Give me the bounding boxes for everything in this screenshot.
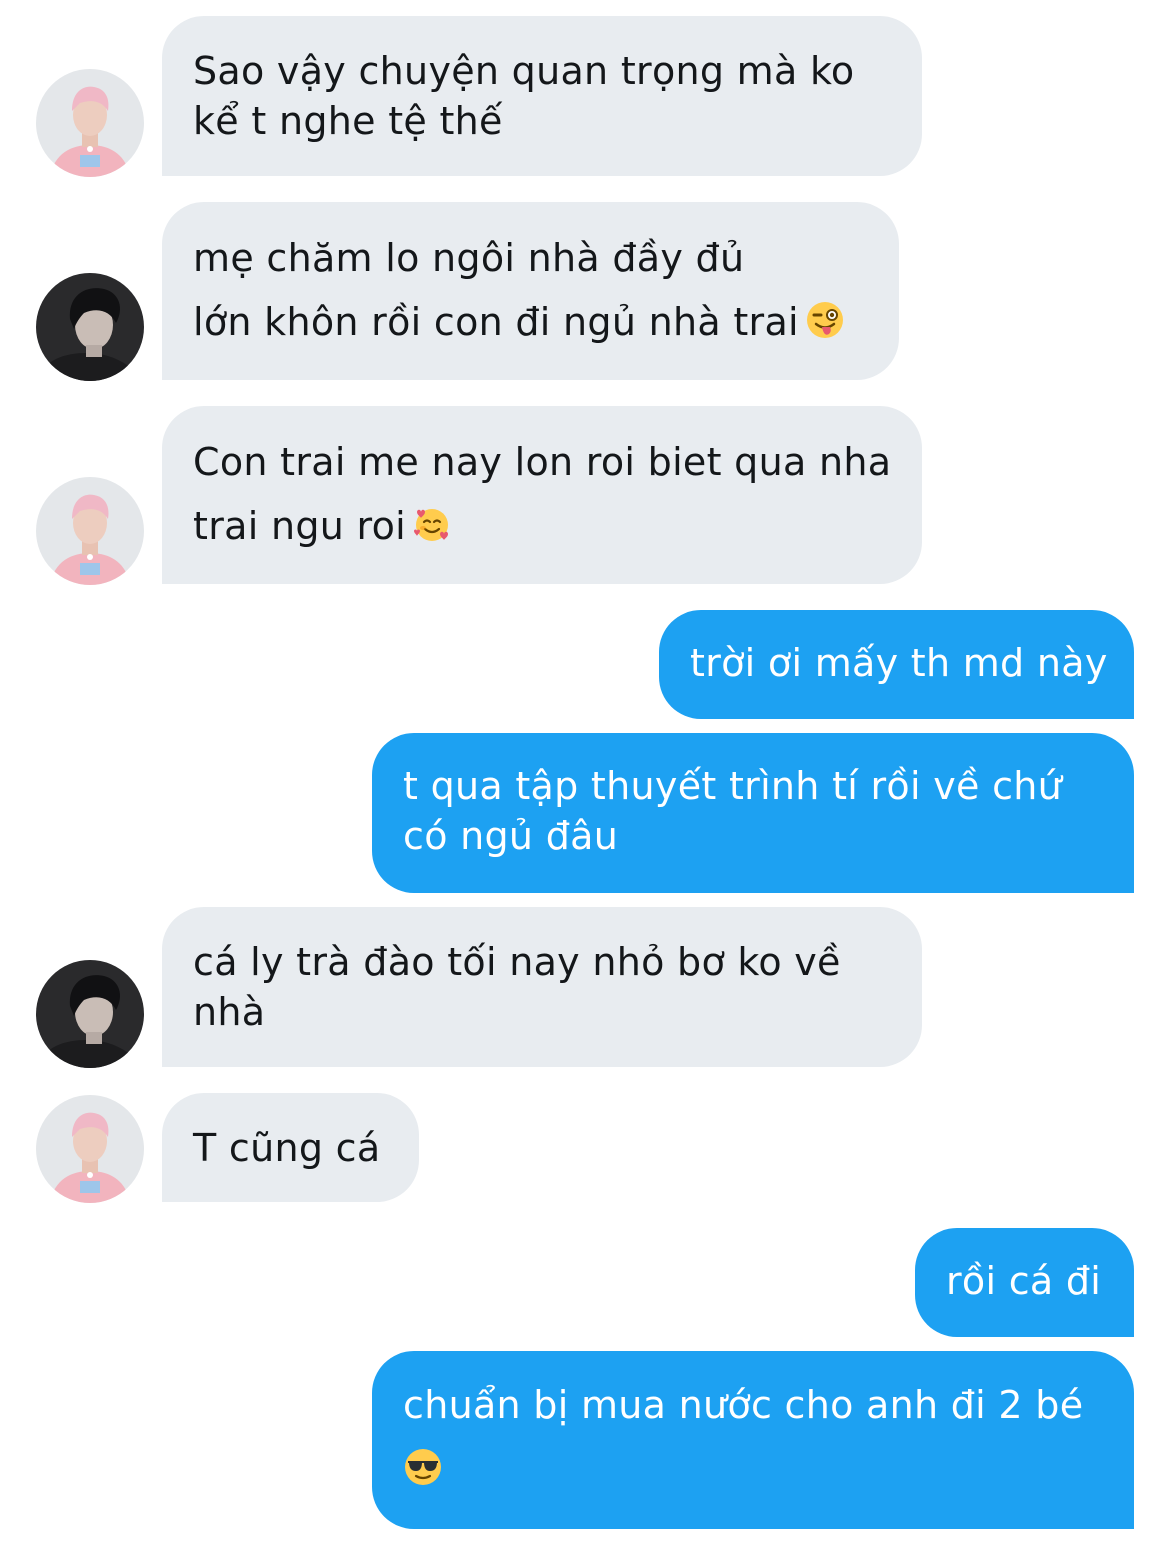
incoming-message-bubble[interactable]: Sao vậy chuyện quan trọng mà ko kể t ngh…: [162, 16, 922, 176]
message-text-line: Con trai me nay lon roi biet qua nha: [193, 440, 892, 484]
outgoing-message-bubble[interactable]: t qua tập thuyết trình tí rồi về chứ có …: [372, 733, 1134, 893]
incoming-message-bubble[interactable]: cá ly trà đào tối nay nhỏ bơ ko về nhà: [162, 907, 922, 1067]
smiling-face-with-sunglasses-icon: [403, 1447, 443, 1487]
message-text-line: trời ơi mấy th md này: [690, 641, 1108, 685]
message-text-line: lớn khôn rồi con đi ngủ nhà trai: [193, 290, 899, 354]
outgoing-message-bubble[interactable]: trời ơi mấy th md này: [659, 610, 1134, 719]
incoming-message-bubble[interactable]: Con trai me nay lon roi biet qua nha tra…: [162, 406, 922, 584]
message-text-line: chuẩn bị mua nước cho anh đi 2 bé: [403, 1383, 1084, 1427]
dark-hair-avatar[interactable]: [36, 960, 144, 1068]
pink-hair-avatar[interactable]: [36, 1095, 144, 1203]
incoming-message-bubble[interactable]: T cũng cá: [162, 1093, 419, 1202]
outgoing-message-bubble[interactable]: rồi cá đi: [915, 1228, 1134, 1337]
message-text-line: mẹ chăm lo ngôi nhà đầy đủ: [193, 236, 745, 280]
message-text-line: rồi cá đi: [946, 1259, 1102, 1303]
incoming-message-bubble[interactable]: mẹ chăm lo ngôi nhà đầy đủ lớn khôn rồi …: [162, 202, 899, 380]
message-text-line: cá ly trà đào tối nay nhỏ bơ ko về: [193, 940, 841, 984]
message-text-line: t qua tập thuyết trình tí rồi về chứ: [403, 764, 1063, 808]
winking-face-with-tongue-icon: [805, 300, 845, 340]
pink-hair-avatar[interactable]: [36, 69, 144, 177]
message-text-line: Sao vậy chuyện quan trọng mà ko: [193, 49, 855, 93]
message-thread: Sao vậy chuyện quan trọng mà ko kể t ngh…: [0, 0, 1170, 1555]
dark-hair-avatar[interactable]: [36, 273, 144, 381]
message-text-line: T cũng cá: [193, 1126, 381, 1170]
message-text-line: nhà: [193, 990, 266, 1034]
smiling-face-with-hearts-icon: [412, 504, 452, 544]
outgoing-message-bubble[interactable]: chuẩn bị mua nước cho anh đi 2 bé: [372, 1351, 1134, 1529]
message-emoji-line: [403, 1437, 1134, 1501]
message-text-line: trai ngu roi: [193, 494, 922, 558]
message-text-line: kể t nghe tệ thế: [193, 99, 503, 143]
message-text-line: có ngủ đâu: [403, 814, 619, 858]
pink-hair-avatar[interactable]: [36, 477, 144, 585]
